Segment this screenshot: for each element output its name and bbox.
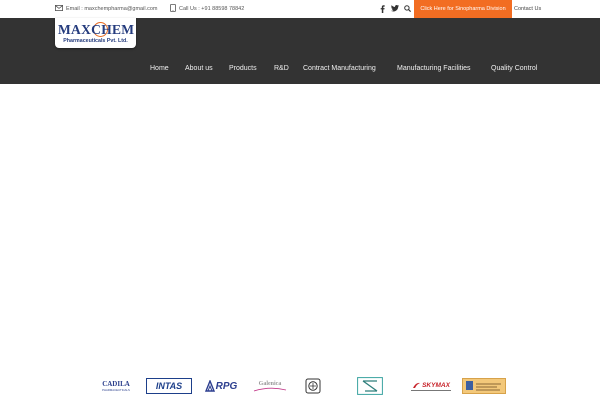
envelope-icon xyxy=(55,5,63,13)
nav-item-rnd[interactable]: R&D xyxy=(274,62,289,74)
logo[interactable]: MAXCHEM Pharmaceuticals Pvt. Ltd. xyxy=(55,18,136,48)
client-logo-galenica[interactable]: Galenica xyxy=(250,378,290,394)
skymax-underline xyxy=(411,389,451,391)
search-icon[interactable] xyxy=(402,3,412,14)
client-logo-intas-text: INTAS xyxy=(155,381,183,391)
client-logo-cadila[interactable]: CADILA PHARMACEUTICALS xyxy=(98,378,134,394)
logo-subtitle: Pharmaceuticals Pvt. Ltd. xyxy=(63,38,128,44)
client-logos-strip: CADILA PHARMACEUTICALS INTAS RPG Galenic… xyxy=(0,372,600,400)
client-logo-framed[interactable] xyxy=(356,377,384,395)
client-logo-rpg-text: RPG xyxy=(215,380,238,392)
phone-label: Call Us : +91 88598 78842 xyxy=(179,6,245,12)
nav-item-contract-manufacturing[interactable]: Contract Manufacturing xyxy=(303,62,376,74)
nav-item-manufacturing-facilities[interactable]: Manufacturing Facilities xyxy=(397,62,471,74)
hero-slider-area xyxy=(0,84,600,368)
twitter-icon[interactable] xyxy=(390,3,400,14)
nav-item-quality-control[interactable]: Quality Control xyxy=(491,62,537,74)
phone-icon xyxy=(170,4,176,14)
sinopharma-division-button[interactable]: Click Here for Sinopharma Division xyxy=(414,0,512,18)
emblem-icon xyxy=(305,378,321,394)
client-logo-intas[interactable]: INTAS xyxy=(146,378,192,394)
nav-item-products[interactable]: Products xyxy=(229,62,257,74)
email-label: Email : maxchempharma@gmail.com xyxy=(66,6,158,12)
facebook-icon[interactable] xyxy=(377,3,387,14)
client-logo-rpg[interactable]: RPG xyxy=(200,378,242,394)
top-phone[interactable]: Call Us : +91 88598 78842 xyxy=(170,4,244,14)
main-nav: Home About us Products R&D Contract Manu… xyxy=(0,62,600,74)
rpg-mark-icon xyxy=(204,380,215,392)
golden-logo-icon xyxy=(466,381,501,391)
nav-item-about-us[interactable]: About us xyxy=(185,62,213,74)
contact-us-link[interactable]: Contact Us xyxy=(514,4,541,14)
client-logo-skymax-text: SKYMAX xyxy=(422,381,450,389)
client-logo-emblem[interactable] xyxy=(304,378,322,394)
client-logo-cadila-text: CADILA xyxy=(102,380,130,388)
client-logo-skymax[interactable]: SKYMAX xyxy=(407,378,455,394)
galenica-swoosh-icon xyxy=(253,387,287,391)
top-email[interactable]: Email : maxchempharma@gmail.com xyxy=(55,4,157,14)
nav-item-home[interactable]: Home xyxy=(150,62,169,74)
client-logo-cadila-sub: PHARMACEUTICALS xyxy=(102,388,130,392)
framed-logo-icon xyxy=(357,377,383,395)
main-header: MAXCHEM Pharmaceuticals Pvt. Ltd. Home A… xyxy=(0,18,600,84)
skymax-swoosh-icon xyxy=(413,382,421,388)
client-logo-golden[interactable] xyxy=(462,378,506,394)
top-bar: Email : maxchempharma@gmail.com Call Us … xyxy=(0,0,600,18)
logo-text: MAXCHEM xyxy=(58,22,135,37)
